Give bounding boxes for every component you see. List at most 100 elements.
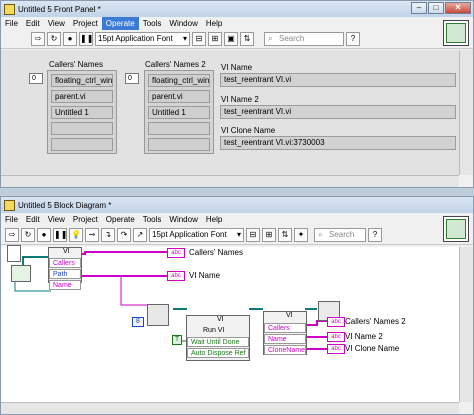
menu-operate[interactable]: Operate [102, 213, 139, 226]
clonename-property[interactable]: CloneName [264, 345, 306, 355]
menu-project[interactable]: Project [69, 17, 102, 30]
callers-cell: floating_ctrl_win [51, 74, 113, 87]
help-icon[interactable]: ? [368, 228, 382, 242]
fp-vertical-scrollbar[interactable] [459, 50, 473, 175]
highlight-execution-icon[interactable]: 💡 [69, 228, 83, 242]
bd-vertical-scrollbar[interactable] [459, 247, 473, 402]
bd-canvas: VI Callers Path Name abc Callers' Names … [1, 245, 459, 402]
callers2-cell [148, 122, 210, 135]
fp-horizontal-scrollbar[interactable] [1, 175, 459, 187]
path-constant-icon[interactable] [7, 245, 21, 262]
labview-app-icon [4, 199, 15, 211]
callers-property[interactable]: Callers [49, 258, 81, 268]
menu-edit[interactable]: Edit [22, 17, 44, 30]
vi-name-2-label: VI Name 2 [221, 95, 259, 104]
fp-titlebar[interactable]: Untitled 5 Front Panel * – □ ✕ [1, 1, 473, 17]
menu-window[interactable]: Window [165, 213, 201, 226]
vi-name-terminal[interactable]: abc [167, 271, 185, 281]
callers-names-2-terminal[interactable]: abc [327, 317, 345, 327]
search-input[interactable]: ⌕ Search [314, 228, 366, 242]
callers-names-terminal-label: Callers' Names [189, 248, 243, 257]
bd-menubar: File Edit View Project Operate Tools Win… [1, 213, 473, 226]
menu-tools[interactable]: Tools [139, 17, 166, 30]
search-icon: ⌕ [318, 230, 323, 239]
fp-window-controls: – □ ✕ [411, 2, 471, 14]
menu-operate[interactable]: Operate [101, 17, 139, 30]
retain-wire-icon[interactable]: ⊸ [85, 228, 99, 242]
menu-help[interactable]: Help [202, 213, 226, 226]
callers-wire [81, 251, 167, 255]
run-arrow-icon[interactable]: ⇨ [31, 32, 45, 46]
vi-clone-name-label: VI Clone Name [221, 126, 276, 135]
help-icon[interactable]: ? [346, 32, 360, 46]
abort-icon[interactable]: ● [63, 32, 77, 46]
run-continuous-icon[interactable]: ↻ [21, 228, 35, 242]
auto-dispose-ref-param[interactable]: Auto Dispose Ref [187, 348, 249, 358]
maximize-button[interactable]: □ [428, 2, 444, 14]
minimize-button[interactable]: – [411, 2, 427, 14]
step-into-icon[interactable]: ↴ [101, 228, 115, 242]
menu-file[interactable]: File [1, 17, 22, 30]
vi-icon[interactable] [443, 20, 469, 46]
distribute-icon[interactable]: ⊞ [208, 32, 222, 46]
menu-help[interactable]: Help [202, 17, 226, 30]
bd-horizontal-scrollbar[interactable] [1, 402, 459, 414]
vi-name-2-terminal[interactable]: abc [327, 332, 345, 342]
name-property-2[interactable]: Name [264, 334, 306, 344]
pause-icon[interactable]: ❚❚ [79, 32, 93, 46]
name-to-open-wire [81, 275, 151, 306]
reorder-icon[interactable]: ⇅ [278, 228, 292, 242]
run-continuous-icon[interactable]: ↻ [47, 32, 61, 46]
numeric-constant[interactable]: 8 [132, 317, 144, 327]
callers2-index[interactable]: 0 [125, 73, 139, 84]
reorder-icon[interactable]: ⇅ [240, 32, 254, 46]
menu-tools[interactable]: Tools [139, 213, 166, 226]
step-over-icon[interactable]: ↷ [117, 228, 131, 242]
callers-property-2[interactable]: Callers [264, 323, 306, 333]
labview-app-icon [4, 3, 15, 15]
callers-index[interactable]: 0 [29, 73, 43, 84]
cleanup-icon[interactable]: ✦ [294, 228, 308, 242]
resize-icon[interactable]: ▣ [224, 32, 238, 46]
font-selector[interactable]: 15pt Application Font [95, 32, 190, 46]
callers2-wire [305, 320, 327, 326]
abort-icon[interactable]: ● [37, 228, 51, 242]
run-arrow-icon[interactable]: ⇨ [5, 228, 19, 242]
callers2-cell: Untitled 1 [148, 106, 210, 119]
vi-name-indicator: test_reentrant VI.vi [220, 73, 456, 87]
search-input[interactable]: ⌕ Search [264, 32, 344, 46]
wait-until-done-param[interactable]: Wait Until Done [187, 337, 249, 347]
menu-file[interactable]: File [1, 213, 22, 226]
search-icon: ⌕ [268, 34, 273, 43]
open-vi-reference-node[interactable] [147, 304, 169, 326]
align-icon[interactable]: ⊟ [192, 32, 206, 46]
callers-names-terminal[interactable]: abc [167, 248, 185, 258]
name-property[interactable]: Name [49, 280, 81, 290]
vi-icon[interactable] [443, 216, 469, 242]
callers-cell [51, 138, 113, 151]
bd-titlebar[interactable]: Untitled 5 Block Diagram * [1, 197, 473, 213]
vi-name-2-terminal-label: VI Name 2 [345, 332, 383, 341]
true-constant[interactable]: T [172, 335, 182, 345]
invoke-node-method: Run VI [203, 327, 225, 334]
step-out-icon[interactable]: ↗ [133, 228, 147, 242]
vi-server-reference-icon[interactable] [11, 265, 31, 282]
vi-name-2-indicator: test_reentrant VI.vi [220, 105, 456, 119]
callers2-cell [148, 138, 210, 151]
menu-project[interactable]: Project [69, 213, 102, 226]
font-selector[interactable]: 15pt Application Font [149, 228, 244, 242]
invoke-node-header: VI [217, 316, 224, 323]
vi-clone-name-terminal-label: VI Clone Name [345, 344, 400, 353]
menu-view[interactable]: View [44, 213, 69, 226]
menu-window[interactable]: Window [165, 17, 201, 30]
align-icon[interactable]: ⊟ [246, 228, 260, 242]
menu-edit[interactable]: Edit [22, 213, 44, 226]
close-button[interactable]: ✕ [445, 2, 471, 14]
distribute-icon[interactable]: ⊞ [262, 228, 276, 242]
vi-clone-name-terminal[interactable]: abc [327, 344, 345, 354]
menu-view[interactable]: View [44, 17, 69, 30]
path-property[interactable]: Path [49, 269, 81, 279]
property-node-2-header: VI [286, 312, 293, 319]
pause-icon[interactable]: ❚❚ [53, 228, 67, 242]
vi-name-label: VI Name [221, 63, 253, 72]
